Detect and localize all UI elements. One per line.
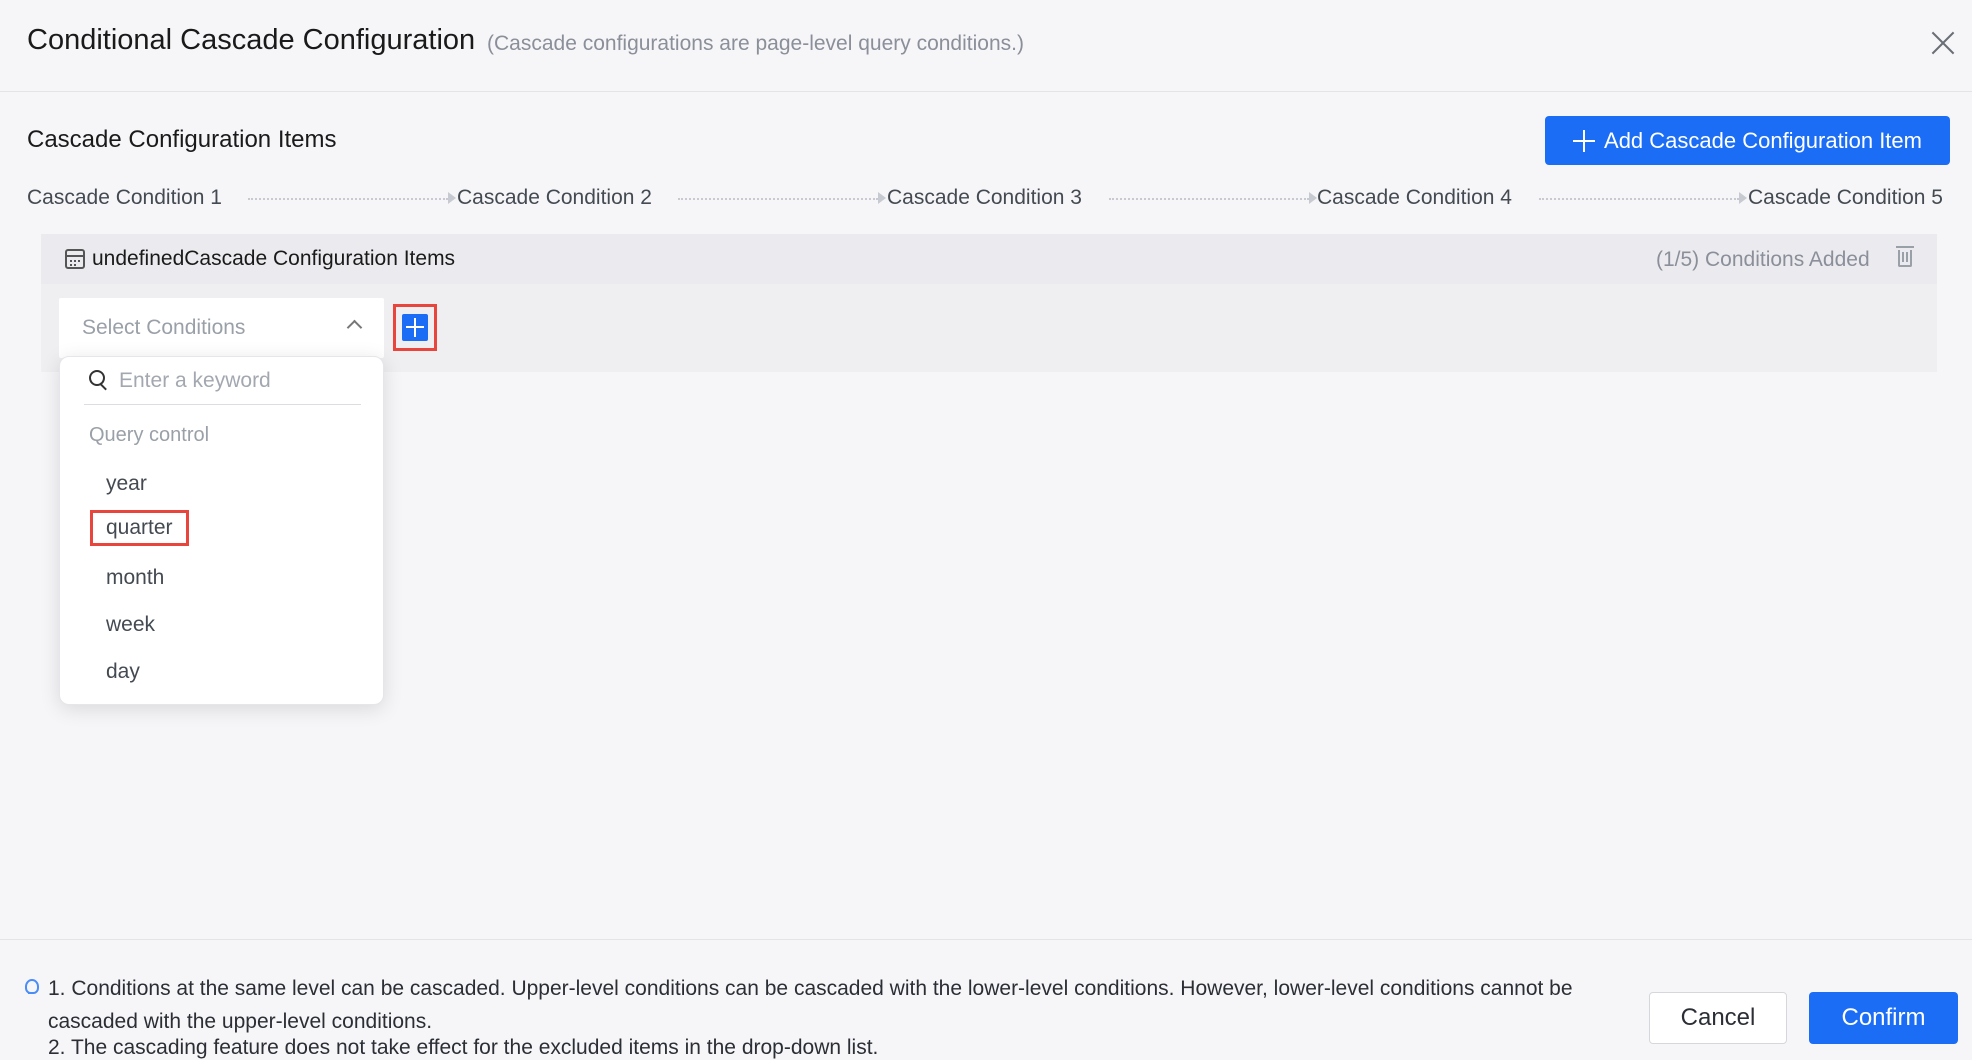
conditions-count: (1/5) Conditions Added	[1656, 248, 1870, 271]
calendar-icon	[65, 249, 85, 269]
config-item-header: undefinedCascade Configuration Items (1/…	[41, 234, 1937, 284]
option-week[interactable]: week	[106, 613, 155, 637]
search-divider	[84, 404, 361, 405]
trash-icon[interactable]	[1896, 246, 1914, 267]
dialog-subtitle: (Cascade configurations are page-level q…	[487, 32, 1024, 55]
conditions-dropdown: Query control year quarter month week da…	[59, 356, 384, 705]
config-item-title: undefinedCascade Configuration Items	[92, 247, 456, 270]
step-3: Cascade Condition 3	[887, 186, 1082, 209]
note-line-2: 2. The cascading feature does not take e…	[48, 1036, 879, 1059]
option-month[interactable]: month	[106, 566, 164, 590]
option-quarter[interactable]: quarter	[90, 510, 189, 546]
dialog-header: Conditional Cascade Configuration (Casca…	[0, 0, 1972, 92]
step-connector-arrow-icon	[678, 192, 886, 204]
lightbulb-icon	[20, 975, 42, 997]
cancel-button[interactable]: Cancel	[1649, 992, 1787, 1044]
keyword-search-input[interactable]	[119, 365, 349, 397]
plus-icon	[1573, 129, 1596, 152]
plus-icon	[402, 314, 428, 341]
add-cascade-item-label: Add Cascade Configuration Item	[1604, 127, 1922, 153]
footer-divider	[0, 939, 1972, 940]
add-condition-button[interactable]	[393, 304, 437, 351]
step-1: Cascade Condition 1	[27, 186, 222, 209]
close-icon[interactable]	[1928, 28, 1958, 58]
step-4: Cascade Condition 4	[1317, 186, 1512, 209]
dialog-title: Conditional Cascade Configuration	[27, 24, 476, 56]
note-line-1: 1. Conditions at the same level can be c…	[48, 977, 1573, 1033]
search-icon	[89, 370, 108, 389]
step-connector-arrow-icon	[1539, 192, 1747, 204]
step-connector-arrow-icon	[248, 192, 456, 204]
option-group-label: Query control	[89, 424, 210, 446]
select-placeholder: Select Conditions	[82, 316, 246, 339]
step-2: Cascade Condition 2	[457, 186, 652, 209]
option-day[interactable]: day	[106, 660, 140, 684]
select-conditions[interactable]: Select Conditions	[59, 298, 384, 358]
cascade-steps: Cascade Condition 1 Cascade Condition 2 …	[27, 186, 1951, 216]
step-connector-arrow-icon	[1109, 192, 1317, 204]
section-title: Cascade Configuration Items	[27, 126, 337, 153]
confirm-button[interactable]: Confirm	[1809, 992, 1958, 1044]
step-5: Cascade Condition 5	[1748, 186, 1943, 209]
add-cascade-item-button[interactable]: Add Cascade Configuration Item	[1545, 116, 1950, 165]
option-year[interactable]: year	[106, 472, 147, 496]
chevron-up-icon	[346, 319, 363, 336]
